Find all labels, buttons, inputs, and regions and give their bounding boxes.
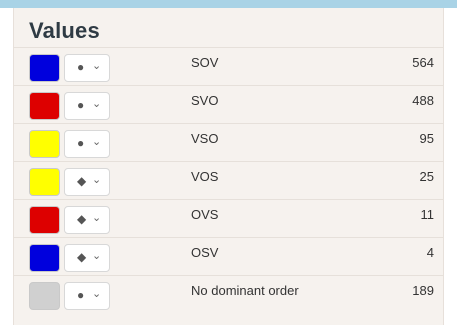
value-label: VOS — [191, 169, 219, 184]
shape-select[interactable]: ● ⌄ — [64, 130, 110, 158]
value-count: 564 — [412, 55, 434, 70]
value-label: OVS — [191, 207, 219, 222]
value-row: ◆ ⌄ OVS 11 — [13, 199, 444, 237]
chevron-down-icon: ⌄ — [92, 212, 102, 224]
shape-icon: ● — [77, 98, 85, 112]
value-count: 488 — [412, 93, 434, 108]
value-row: ● ⌄ SVO 488 — [13, 85, 444, 123]
values-list: ● ⌄ SOV 564 ● ⌄ SVO 488 ● ⌄ VSO 95 ◆ ⌄ V… — [13, 47, 444, 313]
shape-icon: ◆ — [77, 212, 87, 226]
color-swatch[interactable] — [29, 92, 60, 120]
value-count: 95 — [419, 131, 434, 146]
value-row: ● ⌄ SOV 564 — [13, 47, 444, 85]
value-count: 189 — [412, 283, 434, 298]
shape-select[interactable]: ● ⌄ — [64, 282, 110, 310]
value-count: 4 — [426, 245, 434, 260]
shape-icon: ● — [77, 288, 85, 302]
shape-select[interactable]: ● ⌄ — [64, 92, 110, 120]
chevron-down-icon: ⌄ — [92, 60, 102, 72]
color-swatch[interactable] — [29, 282, 60, 310]
color-swatch[interactable] — [29, 206, 60, 234]
value-label: SVO — [191, 93, 219, 108]
value-row: ◆ ⌄ VOS 25 — [13, 161, 444, 199]
value-count: 11 — [420, 207, 435, 222]
shape-icon: ◆ — [77, 174, 87, 188]
value-label: No dominant order — [191, 283, 299, 298]
shape-select[interactable]: ◆ ⌄ — [64, 244, 110, 272]
shape-select[interactable]: ◆ ⌄ — [64, 168, 110, 196]
top-accent-strip — [0, 0, 457, 8]
chevron-down-icon: ⌄ — [92, 98, 102, 110]
chevron-down-icon: ⌄ — [92, 288, 102, 300]
shape-icon: ◆ — [77, 250, 87, 264]
shape-icon: ● — [77, 60, 85, 74]
color-swatch[interactable] — [29, 130, 60, 158]
shape-select[interactable]: ◆ ⌄ — [64, 206, 110, 234]
value-label: SOV — [191, 55, 219, 70]
chevron-down-icon: ⌄ — [92, 174, 102, 186]
shape-select[interactable]: ● ⌄ — [64, 54, 110, 82]
panel-title: Values — [29, 18, 100, 43]
value-row: ◆ ⌄ OSV 4 — [13, 237, 444, 275]
color-swatch[interactable] — [29, 54, 60, 82]
value-count: 25 — [419, 169, 434, 184]
chevron-down-icon: ⌄ — [92, 250, 102, 262]
color-swatch[interactable] — [29, 244, 60, 272]
shape-icon: ● — [77, 136, 85, 150]
value-label: VSO — [191, 131, 219, 146]
value-label: OSV — [191, 245, 219, 260]
chevron-down-icon: ⌄ — [92, 136, 102, 148]
value-row: ● ⌄ VSO 95 — [13, 123, 444, 161]
color-swatch[interactable] — [29, 168, 60, 196]
value-row: ● ⌄ No dominant order 189 — [13, 275, 444, 313]
